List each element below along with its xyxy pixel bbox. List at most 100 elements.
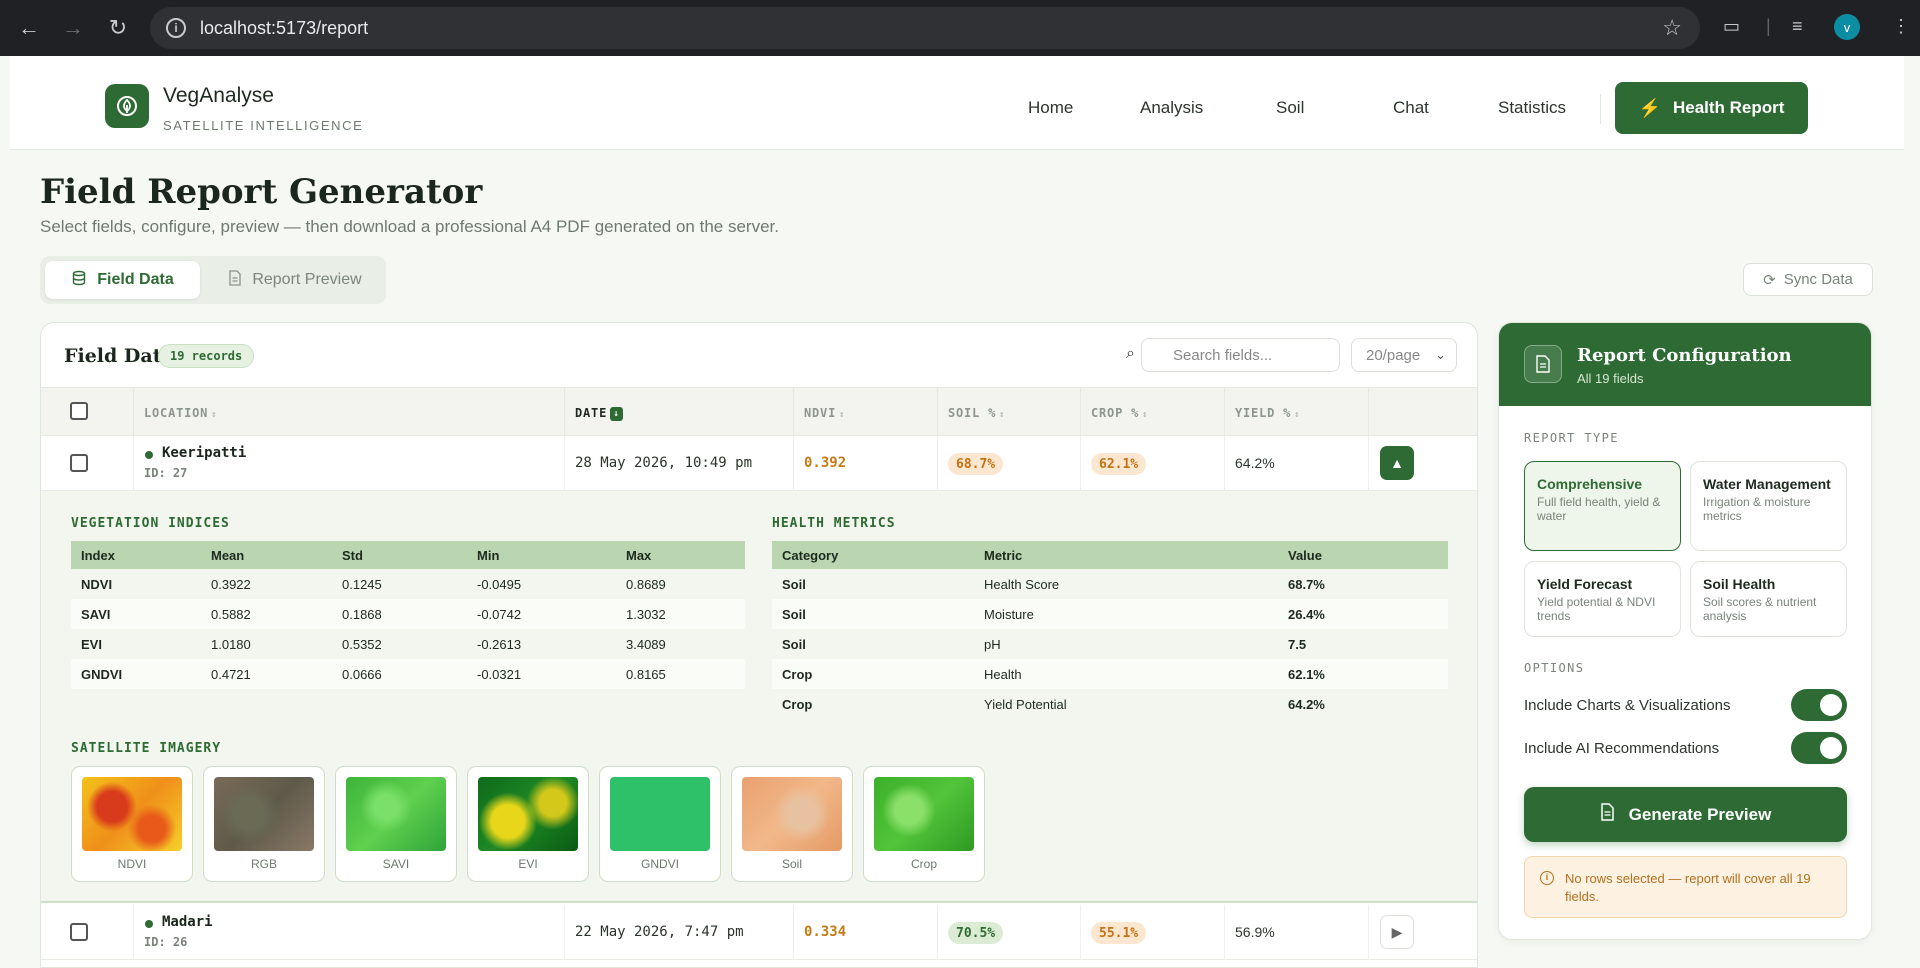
veg-cell: -0.2613 <box>477 636 522 652</box>
col-divider <box>564 436 565 491</box>
col-soil-label: SOIL % <box>948 406 997 420</box>
reload-icon[interactable]: ↻ <box>103 13 133 43</box>
veg-header: Max <box>616 541 745 569</box>
health-cell: 62.1% <box>1278 659 1448 689</box>
veg-header: Std <box>332 541 467 569</box>
yield-cell: 64.2% <box>1235 455 1275 471</box>
page-subtitle: Select fields, configure, preview — then… <box>40 217 779 236</box>
report-type-yield-forecast[interactable]: Yield Forecast Yield potential & NDVI tre… <box>1524 561 1681 637</box>
health-header: Category <box>772 541 974 569</box>
cast-icon[interactable]: ▭ <box>1723 16 1740 37</box>
toolbar-divider: | <box>1766 16 1771 36</box>
report-type-title: Comprehensive <box>1537 476 1643 492</box>
col-divider <box>1080 436 1081 491</box>
veg-cell: EVI <box>81 636 102 652</box>
col-divider <box>793 388 794 437</box>
options-label: OPTIONS <box>1524 661 1585 675</box>
col-divider <box>937 436 938 491</box>
toggle-knob <box>1820 737 1842 759</box>
menu-icon[interactable]: ⋮ <box>1892 16 1910 37</box>
crop-badge: 55.1% <box>1091 922 1147 944</box>
row-checkbox[interactable] <box>70 923 88 941</box>
bookmark-star-icon[interactable]: ☆ <box>1662 15 1682 41</box>
profile-avatar[interactable]: v <box>1834 14 1860 40</box>
col-ndvi[interactable]: NDVI ↕ <box>804 406 845 420</box>
generate-preview-button[interactable]: Generate Preview <box>1524 787 1847 842</box>
veg-cell: 0.8165 <box>616 659 745 689</box>
health-header: Value <box>1278 541 1448 569</box>
imagery-thumb-savi[interactable]: SAVI <box>335 766 457 882</box>
imagery-thumb-evi[interactable]: EVI <box>467 766 589 882</box>
table-row: Soil Health Score 68.7% <box>772 569 1448 599</box>
report-type-comprehensive[interactable]: Comprehensive Full field health, yield & … <box>1524 461 1681 551</box>
collapse-row-button[interactable]: ▲ <box>1380 446 1414 480</box>
search-icon: ⌕ <box>1126 345 1135 362</box>
health-report-label: Health Report <box>1672 98 1785 117</box>
tab-report-preview[interactable]: Report Preview <box>215 261 375 299</box>
health-report-button[interactable]: ⚡ Health Report <box>1615 82 1808 134</box>
imagery-thumb-gndvi[interactable]: GNDVI <box>599 766 721 882</box>
report-type-soil-health[interactable]: Soil Health Soil scores & nutrient analys… <box>1690 561 1847 637</box>
imagery-label: RGB <box>250 857 277 871</box>
table-row[interactable]: Madari ID: 26 22 May 2026, 7:47 pm 0.334… <box>41 905 1477 960</box>
col-divider <box>1368 388 1369 437</box>
nav-soil[interactable]: Soil <box>1276 98 1304 118</box>
col-yield[interactable]: YIELD % ↕ <box>1235 406 1300 420</box>
media-controls-icon[interactable]: ≡ <box>1792 16 1803 37</box>
charts-toggle[interactable] <box>1791 689 1847 721</box>
col-divider <box>1080 905 1081 960</box>
veg-cell: 1.0180 <box>211 636 251 652</box>
veg-cell: 0.5882 <box>201 599 332 629</box>
report-type-title: Water Management <box>1703 476 1831 492</box>
col-location[interactable]: LOCATION ↕ <box>144 406 217 420</box>
imagery-thumb-ndvi[interactable]: NDVI <box>71 766 193 882</box>
nav-statistics[interactable]: Statistics <box>1498 98 1566 118</box>
imagery-thumb-crop[interactable]: Crop <box>863 766 985 882</box>
report-type-water-management[interactable]: Water Management Irrigation & moisture me… <box>1690 461 1847 551</box>
health-cell: Moisture <box>974 599 1278 629</box>
site-info-icon[interactable]: i <box>166 18 186 38</box>
back-icon[interactable]: ← <box>14 13 44 43</box>
imagery-thumb-rgb[interactable]: RGB <box>203 766 325 882</box>
imagery-label: Soil <box>781 857 802 871</box>
imagery-thumb-soil[interactable]: Soil <box>731 766 853 882</box>
table-row: GNDVI 0.4721 0.0666 -0.0321 0.8165 <box>71 659 745 689</box>
address-bar[interactable]: i localhost:5173/report ☆ <box>150 7 1700 49</box>
search-input[interactable]: Search fields... <box>1141 338 1340 372</box>
sort-desc-icon: ↓ <box>610 406 624 421</box>
table-row[interactable]: Keeripatti ID: 27 28 May 2026, 10:49 pm … <box>41 436 1477 491</box>
select-all-checkbox[interactable] <box>70 402 88 420</box>
report-config-panel: Report Configuration All 19 fields REPOR… <box>1498 322 1872 940</box>
row-checkbox[interactable] <box>70 454 88 472</box>
nav-analysis[interactable]: Analysis <box>1140 98 1203 118</box>
health-cell: Health Score <box>984 576 1060 592</box>
leaf-logo-icon[interactable] <box>105 84 149 128</box>
sort-icon: ↕ <box>839 410 846 420</box>
table-row: SAVI 0.5882 0.1868 -0.0742 1.3032 <box>71 599 745 629</box>
col-soil[interactable]: SOIL % ↕ <box>948 406 1005 420</box>
table-header: LOCATION ↕ DATE ↓ NDVI ↕ SOIL % ↕ CROP % ↕ YI… <box>41 387 1477 437</box>
sort-icon: ↕ <box>1142 410 1149 420</box>
vegetation-indices-title: VEGETATION INDICES <box>71 516 230 531</box>
col-divider <box>1224 436 1225 491</box>
health-cell: Crop <box>782 696 813 712</box>
report-type-desc: Full field health, yield & water <box>1537 495 1661 524</box>
health-metrics-table: Category Metric Value Soil Health Score 68… <box>772 541 1448 719</box>
sort-icon: ↕ <box>1294 410 1301 420</box>
per-page-select[interactable]: 20/page ⌄ <box>1351 338 1457 372</box>
col-divider <box>1224 905 1225 960</box>
veg-cell: 0.3922 <box>211 576 251 592</box>
bolt-icon: ⚡ <box>1638 97 1661 118</box>
date-cell: 28 May 2026, 10:49 pm <box>575 455 753 471</box>
nav-home[interactable]: Home <box>1028 98 1073 118</box>
ai-recommendations-toggle[interactable] <box>1791 732 1847 764</box>
col-crop[interactable]: CROP % ↕ <box>1091 406 1148 420</box>
col-divider <box>1080 388 1081 437</box>
expand-row-button[interactable]: ▶ <box>1380 915 1414 949</box>
col-date[interactable]: DATE ↓ <box>575 406 624 421</box>
sync-data-button[interactable]: ⟳ Sync Data <box>1743 263 1873 296</box>
no-selection-warning: i No rows selected — report will cover a… <box>1524 856 1847 918</box>
nav-chat[interactable]: Chat <box>1393 98 1429 118</box>
forward-icon[interactable]: → <box>58 13 88 43</box>
tab-field-data[interactable]: Field Data <box>45 261 200 299</box>
